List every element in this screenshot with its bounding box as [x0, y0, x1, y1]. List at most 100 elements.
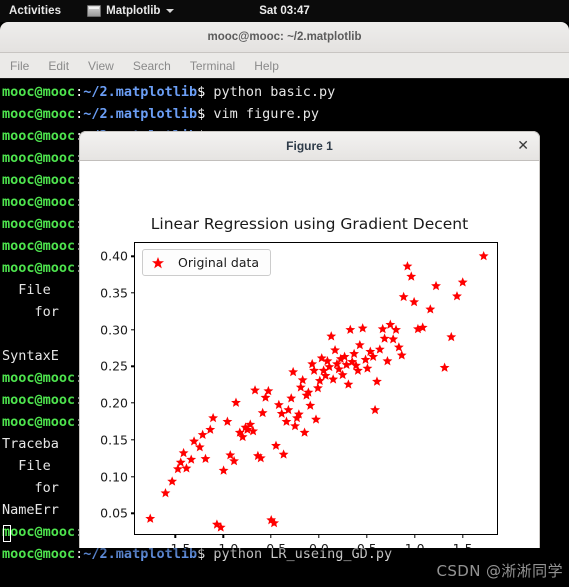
scatter-point	[425, 304, 436, 314]
terminal-title: mooc@mooc: ~/2.matplotlib	[207, 31, 362, 43]
scatter-point	[286, 393, 297, 403]
chart-legend: Original data	[142, 249, 272, 276]
close-icon[interactable]: ✕	[517, 139, 529, 153]
scatter-point	[175, 457, 186, 467]
x-tick-label: 1.5	[453, 541, 473, 548]
scatter-point	[328, 374, 339, 384]
menu-item-search[interactable]: Search	[133, 59, 171, 73]
y-tick-label: 0.15	[100, 432, 128, 448]
y-tick-mark	[131, 328, 135, 331]
scatter-point	[388, 334, 399, 344]
scatter-point	[208, 412, 219, 423]
scatter-point	[222, 416, 233, 426]
y-tick-mark	[131, 475, 135, 478]
scatter-point	[271, 440, 281, 450]
figure-titlebar[interactable]: Figure 1 ✕	[79, 131, 540, 161]
scatter-point	[374, 344, 385, 354]
scatter-point	[260, 392, 271, 402]
app-menu[interactable]: Matplotlib	[87, 5, 175, 17]
figure-title: Figure 1	[286, 139, 333, 153]
scatter-point	[257, 407, 268, 418]
menu-item-help[interactable]: Help	[254, 59, 279, 73]
scatter-point	[248, 426, 259, 436]
scatter-points	[145, 250, 489, 532]
y-tick-mark	[131, 365, 135, 368]
scatter-point	[276, 408, 287, 418]
scatter-point	[357, 323, 368, 333]
terminal-line: mooc@mooc:~/2.matplotlib$ python basic.p…	[2, 84, 336, 100]
scatter-point	[343, 379, 354, 389]
scatter-point	[167, 476, 178, 486]
menu-item-view[interactable]: View	[88, 59, 114, 73]
y-tick-label: 0.30	[100, 322, 128, 338]
scatter-point	[406, 271, 417, 281]
scatter-point	[311, 414, 321, 424]
terminal-menubar: File Edit View Search Terminal Help	[0, 53, 569, 79]
scatter-point	[330, 345, 340, 355]
x-tick-label: 0.0	[309, 541, 329, 548]
terminal-titlebar[interactable]: mooc@mooc: ~/2.matplotlib	[0, 22, 569, 53]
y-tick-label: 0.05	[100, 505, 128, 521]
x-tick-mark	[174, 534, 176, 538]
scatter-point	[281, 416, 292, 426]
scatter-point	[478, 250, 489, 261]
x-tick-label: −1.0	[208, 541, 238, 548]
x-tick-mark	[366, 534, 368, 538]
scatter-point	[377, 323, 388, 334]
clock[interactable]: Sat 03:47	[259, 5, 310, 17]
legend-star-icon	[152, 256, 164, 268]
scatter-point	[345, 324, 356, 334]
scatter-point	[278, 449, 289, 459]
activities-button[interactable]: Activities	[9, 5, 61, 17]
scatter-point	[295, 382, 306, 392]
scatter-point	[354, 339, 365, 350]
scatter-point	[457, 277, 468, 287]
x-tick-mark	[222, 534, 224, 538]
menu-item-file[interactable]: File	[10, 59, 29, 73]
scatter-point	[189, 436, 199, 446]
scatter-point	[172, 463, 183, 474]
scatter-point	[452, 291, 462, 301]
scatter-point	[273, 399, 284, 410]
scatter-point	[178, 447, 189, 458]
scatter-point	[312, 382, 323, 393]
plot-axes: Original data 0.05 0.10 0.15 0.20 0.25 0.30 0.…	[100, 242, 498, 548]
scatter-point	[446, 331, 457, 342]
x-tick-mark	[270, 534, 272, 538]
scatter-point	[288, 366, 299, 377]
y-tick-mark	[131, 255, 135, 257]
scatter-point	[299, 427, 310, 437]
y-tick-label: 0.25	[100, 358, 128, 374]
scatter-point	[431, 280, 441, 291]
scatter-point	[200, 453, 211, 464]
scatter-point	[409, 296, 420, 307]
x-tick-label: 1.0	[405, 541, 425, 548]
scatter-point	[263, 385, 274, 396]
scatter-point	[398, 291, 409, 302]
gnome-top-bar: Activities Matplotlib Sat 03:47	[0, 0, 569, 22]
scatter-point	[305, 400, 316, 410]
scatter-point	[307, 358, 318, 369]
scatter-point	[218, 465, 229, 475]
scatter-point	[439, 362, 450, 372]
scatter-point	[393, 342, 404, 352]
legend-label: Original data	[178, 255, 260, 270]
scatter-point	[326, 331, 337, 341]
scatter-point	[402, 261, 413, 271]
menu-item-terminal[interactable]: Terminal	[190, 59, 235, 73]
chart-title: Linear Regression using Gradient Decent	[150, 215, 469, 233]
app-menu-label: Matplotlib	[106, 5, 161, 17]
scatter-point	[360, 354, 371, 364]
y-tick-mark	[131, 402, 135, 404]
y-tick-mark	[131, 439, 135, 441]
scatter-point	[396, 350, 407, 360]
y-tick-mark	[131, 512, 135, 514]
menu-item-edit[interactable]: Edit	[48, 59, 69, 73]
x-tick-mark	[318, 534, 320, 538]
x-tick-label: −0.5	[256, 541, 286, 548]
x-tick-label: 0.5	[357, 541, 377, 548]
scatter-point	[349, 348, 360, 359]
figure-canvas: Linear Regression using Gradient Decent …	[79, 161, 540, 548]
scatter-point	[250, 385, 260, 395]
y-tick-label: 0.40	[100, 248, 128, 264]
